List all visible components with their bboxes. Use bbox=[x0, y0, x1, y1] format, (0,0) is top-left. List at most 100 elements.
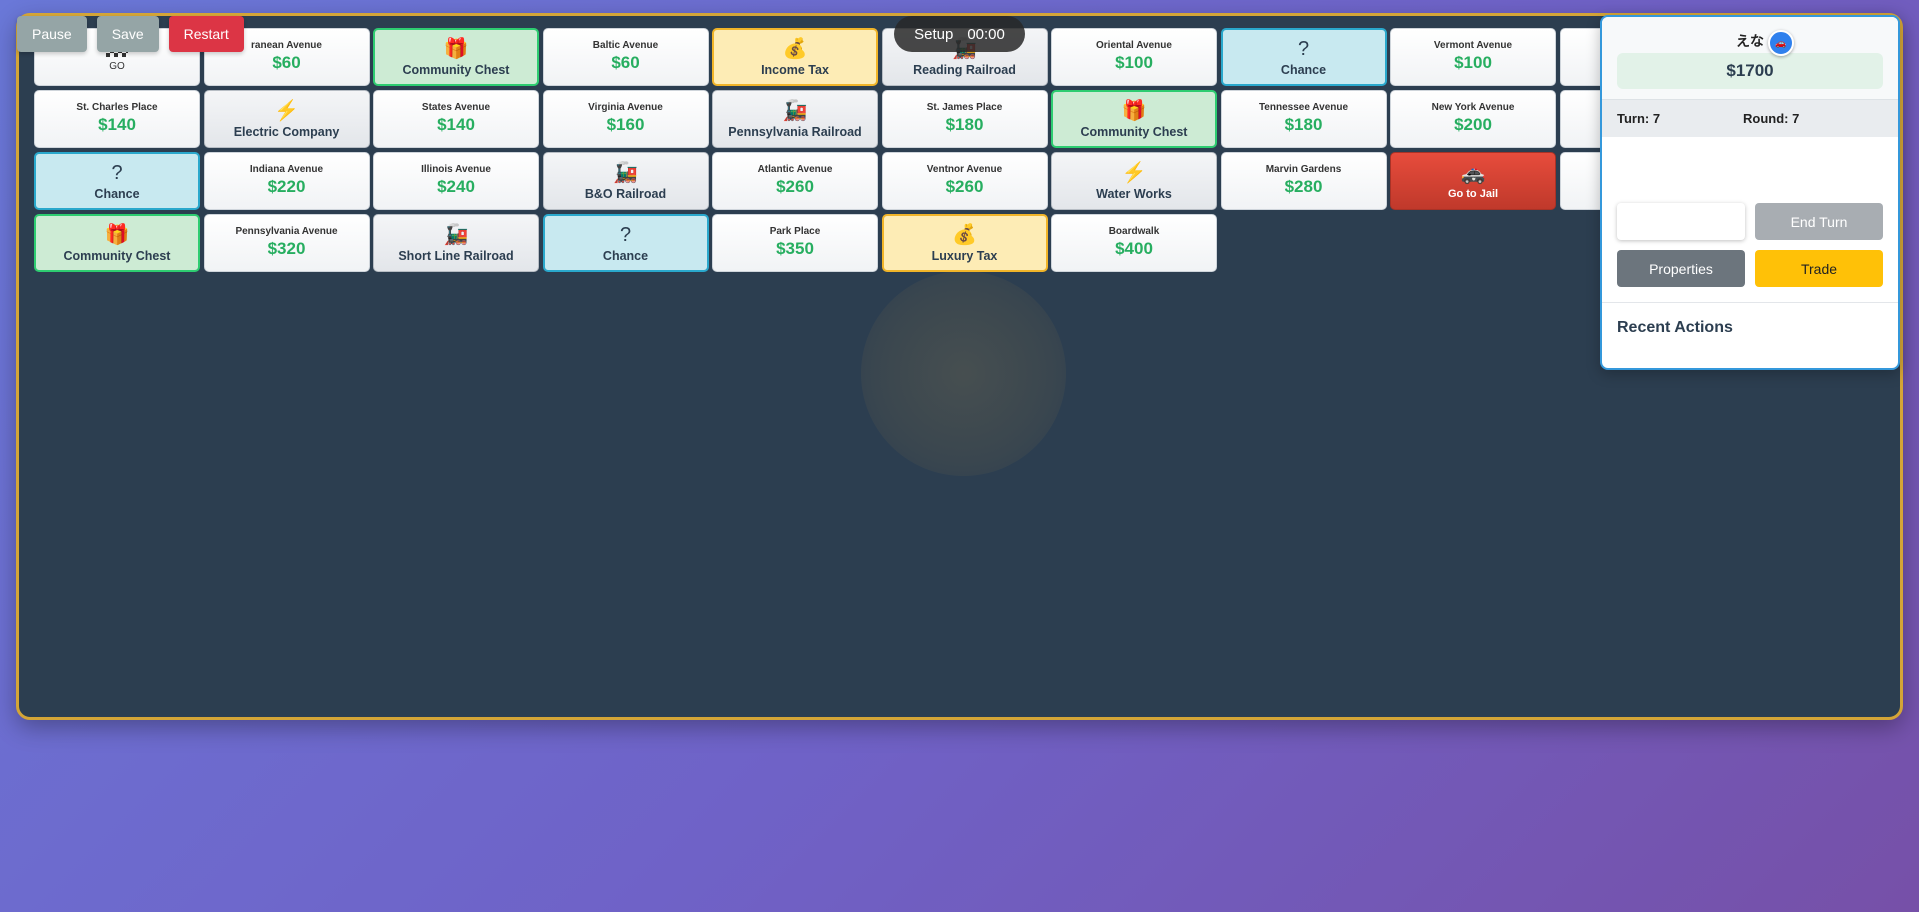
roll-dice-button[interactable] bbox=[1617, 203, 1745, 240]
property-name: Tennessee Avenue bbox=[1258, 102, 1349, 113]
trade-button[interactable]: Trade bbox=[1755, 250, 1883, 287]
properties-button[interactable]: Properties bbox=[1617, 250, 1745, 287]
property-space[interactable]: Atlantic Avenue $260 bbox=[712, 152, 878, 210]
util-space[interactable]: ⚡ Water Works bbox=[1051, 152, 1217, 210]
property-price: $140 bbox=[437, 115, 475, 134]
space-label: Water Works bbox=[1096, 186, 1172, 201]
property-space[interactable]: Oriental Avenue $100 bbox=[1051, 28, 1217, 86]
space-label: Luxury Tax bbox=[931, 248, 998, 263]
property-space[interactable]: New York Avenue $200 bbox=[1390, 90, 1556, 148]
property-name: Marvin Gardens bbox=[1265, 164, 1342, 175]
player-name: えな 🚗 bbox=[1617, 30, 1883, 56]
space-label: GO bbox=[109, 61, 125, 72]
property-name: New York Avenue bbox=[1431, 102, 1515, 113]
chest-space[interactable]: 🎁 Community Chest bbox=[373, 28, 539, 86]
space-label: Reading Railroad bbox=[913, 62, 1016, 77]
property-space[interactable]: Tennessee Avenue $180 bbox=[1220, 90, 1387, 148]
space-label: Chance bbox=[94, 186, 140, 201]
chance-space[interactable]: ? Chance bbox=[542, 214, 709, 272]
money-bag-icon: 💰 bbox=[952, 223, 977, 246]
jail-space[interactable]: 🚓 Go to Jail bbox=[1390, 152, 1556, 210]
property-name: Oriental Avenue bbox=[1096, 40, 1172, 51]
tax-space[interactable]: 💰 Income Tax bbox=[712, 28, 878, 86]
question-icon: ? bbox=[111, 161, 123, 184]
property-name: Pennsylvania Avenue bbox=[235, 226, 338, 237]
tax-space[interactable]: 💰 Luxury Tax bbox=[881, 214, 1048, 272]
lightning-icon: ⚡ bbox=[274, 99, 299, 122]
property-price: $280 bbox=[1284, 177, 1323, 196]
gift-icon: 🎁 bbox=[443, 37, 469, 60]
space-label: Income Tax bbox=[761, 62, 829, 77]
property-space[interactable]: St. James Place $180 bbox=[881, 90, 1048, 148]
rail-space[interactable]: 🚂 Short Line Railroad bbox=[373, 214, 539, 272]
property-space[interactable]: St. Charles Place $140 bbox=[34, 90, 200, 148]
property-name: Boardwalk bbox=[1108, 226, 1160, 237]
property-name: Atlantic Avenue bbox=[757, 164, 833, 175]
property-space[interactable]: Pennsylvania Avenue $320 bbox=[203, 214, 370, 272]
chance-space[interactable]: ? Chance bbox=[34, 152, 200, 210]
gift-icon: 🎁 bbox=[104, 223, 130, 246]
pause-button[interactable]: Pause bbox=[17, 16, 87, 52]
round-counter: Round: 7 bbox=[1743, 111, 1800, 126]
property-price: $220 bbox=[267, 177, 306, 196]
property-price: $60 bbox=[611, 53, 640, 72]
property-space[interactable]: Ventnor Avenue $260 bbox=[881, 152, 1048, 210]
restart-button[interactable]: Restart bbox=[168, 16, 244, 52]
property-space[interactable]: States Avenue $140 bbox=[373, 90, 539, 148]
game-controls: Pause Save Restart bbox=[17, 16, 244, 52]
util-space[interactable]: ⚡ Electric Company bbox=[203, 90, 370, 148]
property-space[interactable]: Illinois Avenue $240 bbox=[373, 152, 539, 210]
property-name: Baltic Avenue bbox=[592, 40, 659, 51]
chest-space[interactable]: 🎁 Community Chest bbox=[1051, 90, 1217, 148]
turn-stats: Turn: 7 Round: 7 bbox=[1602, 99, 1898, 137]
property-price: $180 bbox=[945, 115, 984, 134]
player-header: えな 🚗 $1700 bbox=[1602, 17, 1898, 99]
property-price: $160 bbox=[606, 115, 645, 134]
space-label: Short Line Railroad bbox=[398, 248, 514, 263]
train-icon: 🚂 bbox=[443, 223, 469, 246]
property-price: $320 bbox=[267, 239, 306, 258]
space-label: B&O Railroad bbox=[584, 186, 667, 201]
player-name-text: えな bbox=[1736, 33, 1764, 49]
property-space[interactable]: Boardwalk $400 bbox=[1051, 214, 1217, 272]
property-name: Ventnor Avenue bbox=[926, 164, 1003, 175]
space-label: Chance bbox=[602, 248, 649, 263]
rail-space[interactable]: 🚂 Pennsylvania Railroad bbox=[712, 90, 878, 148]
space-label: Community Chest bbox=[1080, 124, 1188, 139]
space-label: Community Chest bbox=[402, 62, 510, 77]
property-price: $260 bbox=[945, 177, 984, 196]
save-button[interactable]: Save bbox=[96, 16, 159, 52]
property-space[interactable]: Baltic Avenue $60 bbox=[542, 28, 709, 86]
end-turn-button[interactable]: End Turn bbox=[1755, 203, 1883, 240]
property-price: $400 bbox=[1115, 239, 1153, 258]
property-space[interactable]: Vermont Avenue $100 bbox=[1390, 28, 1556, 86]
space-label: Community Chest bbox=[63, 248, 171, 263]
property-price: $140 bbox=[98, 115, 136, 134]
space-label: Electric Company bbox=[233, 124, 340, 139]
property-name: Illinois Avenue bbox=[421, 164, 491, 175]
property-name: Indiana Avenue bbox=[249, 164, 324, 175]
player-money: $1700 bbox=[1617, 53, 1883, 89]
property-price: $100 bbox=[1115, 53, 1153, 72]
property-price: $260 bbox=[776, 177, 814, 196]
property-name: Park Place bbox=[769, 226, 821, 237]
money-bag-icon: 💰 bbox=[782, 37, 808, 60]
property-price: $200 bbox=[1454, 115, 1492, 134]
property-name: St. Charles Place bbox=[76, 102, 158, 113]
property-space[interactable]: Marvin Gardens $280 bbox=[1220, 152, 1387, 210]
property-price: $180 bbox=[1284, 115, 1323, 134]
property-name: Virginia Avenue bbox=[588, 102, 663, 113]
chance-space[interactable]: ? Chance bbox=[1220, 28, 1387, 86]
rail-space[interactable]: 🚂 B&O Railroad bbox=[542, 152, 709, 210]
lightning-icon: ⚡ bbox=[1121, 161, 1147, 184]
game-timer: Setup 00:00 bbox=[894, 16, 1025, 52]
turn-counter: Turn: 7 bbox=[1617, 111, 1661, 126]
player-actions: End Turn Properties Trade bbox=[1602, 137, 1898, 287]
property-space[interactable]: Indiana Avenue $220 bbox=[203, 152, 370, 210]
property-space[interactable]: Park Place $350 bbox=[712, 214, 878, 272]
property-name: St. James Place bbox=[926, 102, 1003, 113]
chest-space[interactable]: 🎁 Community Chest bbox=[34, 214, 200, 272]
space-label: Go to Jail bbox=[1447, 187, 1499, 200]
property-space[interactable]: Virginia Avenue $160 bbox=[542, 90, 709, 148]
timer-phase: Setup bbox=[914, 25, 954, 43]
